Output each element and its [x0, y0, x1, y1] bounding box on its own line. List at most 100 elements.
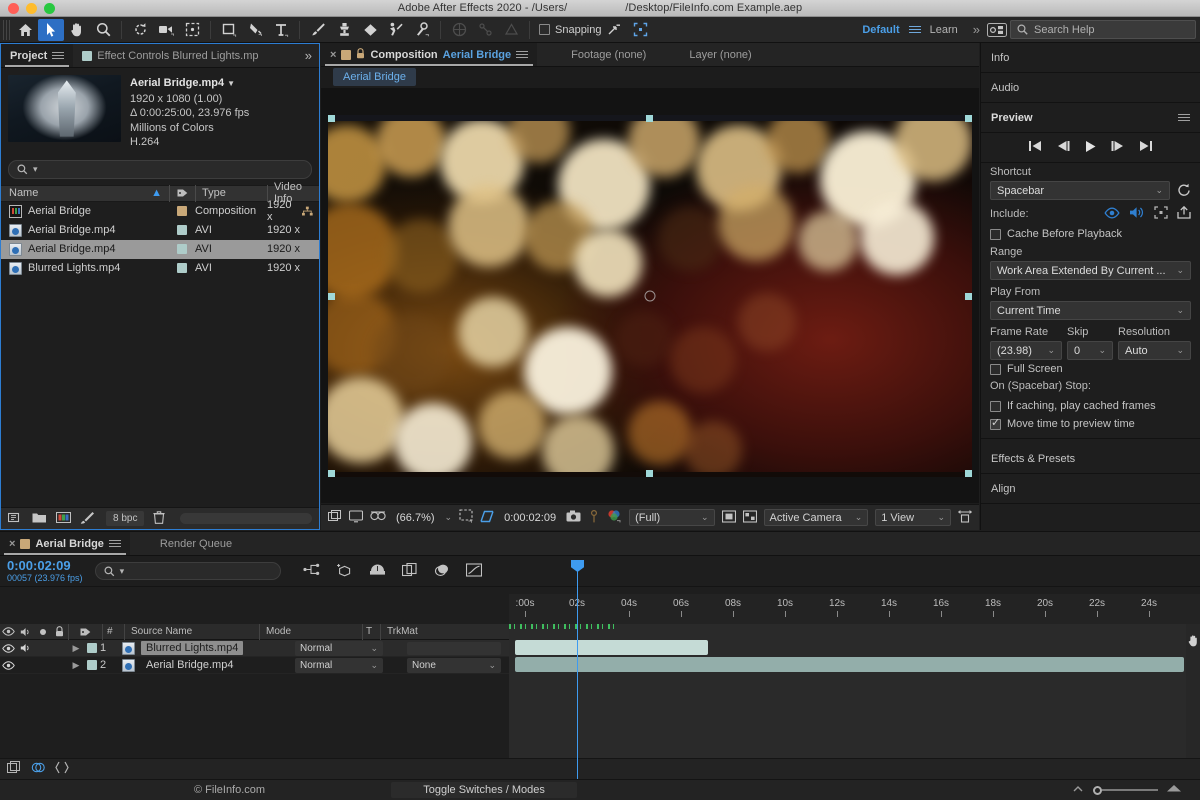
- column-label[interactable]: [169, 185, 195, 202]
- transfer-controls-icon[interactable]: [31, 761, 45, 777]
- pen-tool-icon[interactable]: [242, 19, 268, 41]
- new-composition-icon[interactable]: [56, 511, 71, 527]
- search-help-input[interactable]: Search Help: [1010, 20, 1196, 39]
- selection-handle[interactable]: [646, 470, 653, 477]
- layer-source-name[interactable]: Blurred Lights.mp4: [141, 641, 243, 655]
- workspace-learn[interactable]: Learn: [921, 24, 967, 36]
- tab-render-queue[interactable]: Render Queue: [130, 532, 241, 555]
- column-source-name-header[interactable]: Source Name: [124, 624, 259, 640]
- row-label-cell[interactable]: [169, 263, 195, 273]
- tab-effect-controls[interactable]: Effect Controls Blurred Lights.mp: [73, 44, 267, 67]
- project-tabs-overflow[interactable]: »: [296, 44, 319, 67]
- tab-composition[interactable]: × Composition Aerial Bridge: [321, 43, 537, 66]
- column-type[interactable]: Type: [195, 185, 267, 202]
- toolbar-grip[interactable]: [3, 20, 12, 40]
- project-footer-scrollbar[interactable]: [180, 513, 312, 524]
- roto-brush-tool-icon[interactable]: [383, 19, 409, 41]
- layer-expand-icon[interactable]: ▶: [68, 660, 84, 671]
- bit-depth-label[interactable]: 8 bpc: [106, 511, 144, 526]
- include-video-icon[interactable]: [1104, 207, 1120, 222]
- full-screen-row[interactable]: Full Screen: [981, 360, 1200, 378]
- zoom-tool-icon[interactable]: [90, 19, 116, 41]
- composition-mini-flowchart-icon[interactable]: [303, 563, 320, 579]
- transform-box-icon[interactable]: [628, 19, 654, 41]
- last-frame-button[interactable]: [1139, 140, 1153, 155]
- workspace-overflow-icon[interactable]: »: [967, 22, 984, 37]
- layer-label-swatch[interactable]: [84, 660, 100, 670]
- always-preview-icon[interactable]: [349, 510, 363, 526]
- reset-shortcut-icon[interactable]: [1177, 183, 1191, 199]
- row-label-cell[interactable]: [169, 206, 195, 216]
- delete-icon[interactable]: [153, 511, 165, 527]
- show-snapshot-icon[interactable]: [588, 510, 600, 526]
- snapping-checkbox[interactable]: [539, 24, 550, 35]
- composition-canvas[interactable]: [328, 115, 972, 477]
- layer-source-name[interactable]: Aerial Bridge.mp4: [141, 658, 238, 672]
- brush-tool-icon[interactable]: [305, 19, 331, 41]
- range-select[interactable]: Work Area Extended By Current ... ⌄: [990, 261, 1191, 280]
- layer-visibility-icon[interactable]: [0, 644, 17, 653]
- selection-handle[interactable]: [646, 115, 653, 122]
- camera-select[interactable]: Active Camera ⌄: [764, 509, 869, 526]
- selection-handle[interactable]: [328, 115, 335, 122]
- region-of-interest-icon[interactable]: [480, 510, 494, 526]
- table-row[interactable]: ▶ 1 Blurred Lights.mp4 Normal ⌄: [0, 640, 509, 657]
- search-help-settings-icon[interactable]: [984, 19, 1010, 41]
- project-panel-menu-icon[interactable]: [52, 50, 64, 61]
- table-row[interactable]: Aerial Bridge.mp4 AVI 1920 x: [1, 240, 319, 259]
- timeline-zoom-slider[interactable]: [1093, 786, 1158, 795]
- layer-trkmat-select[interactable]: None ⌄: [407, 658, 501, 673]
- toggle-mask-icon[interactable]: [722, 510, 736, 526]
- row-label-cell[interactable]: [169, 225, 195, 235]
- timeline-track-area[interactable]: [509, 624, 1200, 758]
- project-item-caret-icon[interactable]: ▼: [227, 79, 235, 88]
- camera-tool-icon[interactable]: [153, 19, 179, 41]
- selection-handle[interactable]: [965, 293, 972, 300]
- lock-icon[interactable]: [356, 48, 365, 62]
- workspace-default[interactable]: Default: [853, 24, 908, 36]
- preview-panel-header[interactable]: Preview: [981, 103, 1200, 133]
- selection-handle[interactable]: [328, 470, 335, 477]
- info-panel-header[interactable]: Info: [981, 43, 1200, 73]
- clone-stamp-tool-icon[interactable]: [331, 19, 357, 41]
- include-audio-icon[interactable]: [1129, 206, 1145, 222]
- table-row[interactable]: Aerial Bridge.mp4 AVI 1920 x: [1, 221, 319, 240]
- previous-frame-button[interactable]: [1056, 140, 1070, 155]
- column-mode-header[interactable]: Mode: [259, 624, 362, 640]
- graph-editor-icon[interactable]: [466, 563, 482, 580]
- column-lock-switch[interactable]: [51, 624, 68, 640]
- composition-chip[interactable]: Aerial Bridge: [333, 68, 416, 86]
- workspace-menu-icon[interactable]: [909, 24, 921, 35]
- hand-tool-icon[interactable]: [64, 19, 90, 41]
- next-frame-button[interactable]: [1111, 140, 1125, 155]
- zoom-level-chevron-icon[interactable]: ⌄: [445, 512, 453, 523]
- resolution-select[interactable]: Auto ⌄: [1118, 341, 1191, 360]
- column-name[interactable]: Name ▲: [1, 185, 169, 202]
- play-button[interactable]: [1084, 140, 1097, 156]
- composition-viewer[interactable]: [321, 88, 979, 503]
- snapping-arrow-icon[interactable]: [602, 19, 628, 41]
- table-row[interactable]: Aerial Bridge Composition 1920 x: [1, 202, 319, 221]
- composition-panel-menu-icon[interactable]: [516, 49, 528, 60]
- layer-mode-select[interactable]: Normal ⌄: [295, 658, 383, 673]
- include-overlays-icon[interactable]: [1154, 206, 1168, 222]
- toggle-switches-modes-button[interactable]: Toggle Switches / Modes: [391, 782, 577, 798]
- selection-handle[interactable]: [328, 293, 335, 300]
- adjustment-icon[interactable]: [80, 511, 95, 527]
- align-panel-header[interactable]: Align: [981, 474, 1200, 504]
- sort-ascending-icon[interactable]: ▲: [151, 187, 162, 199]
- puppet-pin-tool-icon[interactable]: [409, 19, 435, 41]
- grid-guides-icon[interactable]: [459, 509, 473, 526]
- tab-timeline-comp[interactable]: × Aerial Bridge: [0, 532, 130, 555]
- type-tool-icon[interactable]: [268, 19, 294, 41]
- layer-audio-icon[interactable]: [17, 643, 34, 653]
- preview-panel-menu-icon[interactable]: [1178, 112, 1190, 123]
- current-time-display[interactable]: 0:00:02:09: [501, 512, 559, 524]
- selection-tool-icon[interactable]: [38, 19, 64, 41]
- 3d-renderer-icon[interactable]: [370, 510, 386, 525]
- enable-frame-blending-icon[interactable]: [402, 563, 418, 580]
- table-row[interactable]: ▶ 2 Aerial Bridge.mp4 Normal ⌄ None ⌄: [0, 657, 509, 674]
- pan-tool-icon[interactable]: [1188, 634, 1199, 650]
- first-frame-button[interactable]: [1028, 140, 1042, 155]
- layer-switches-icon[interactable]: [7, 761, 21, 777]
